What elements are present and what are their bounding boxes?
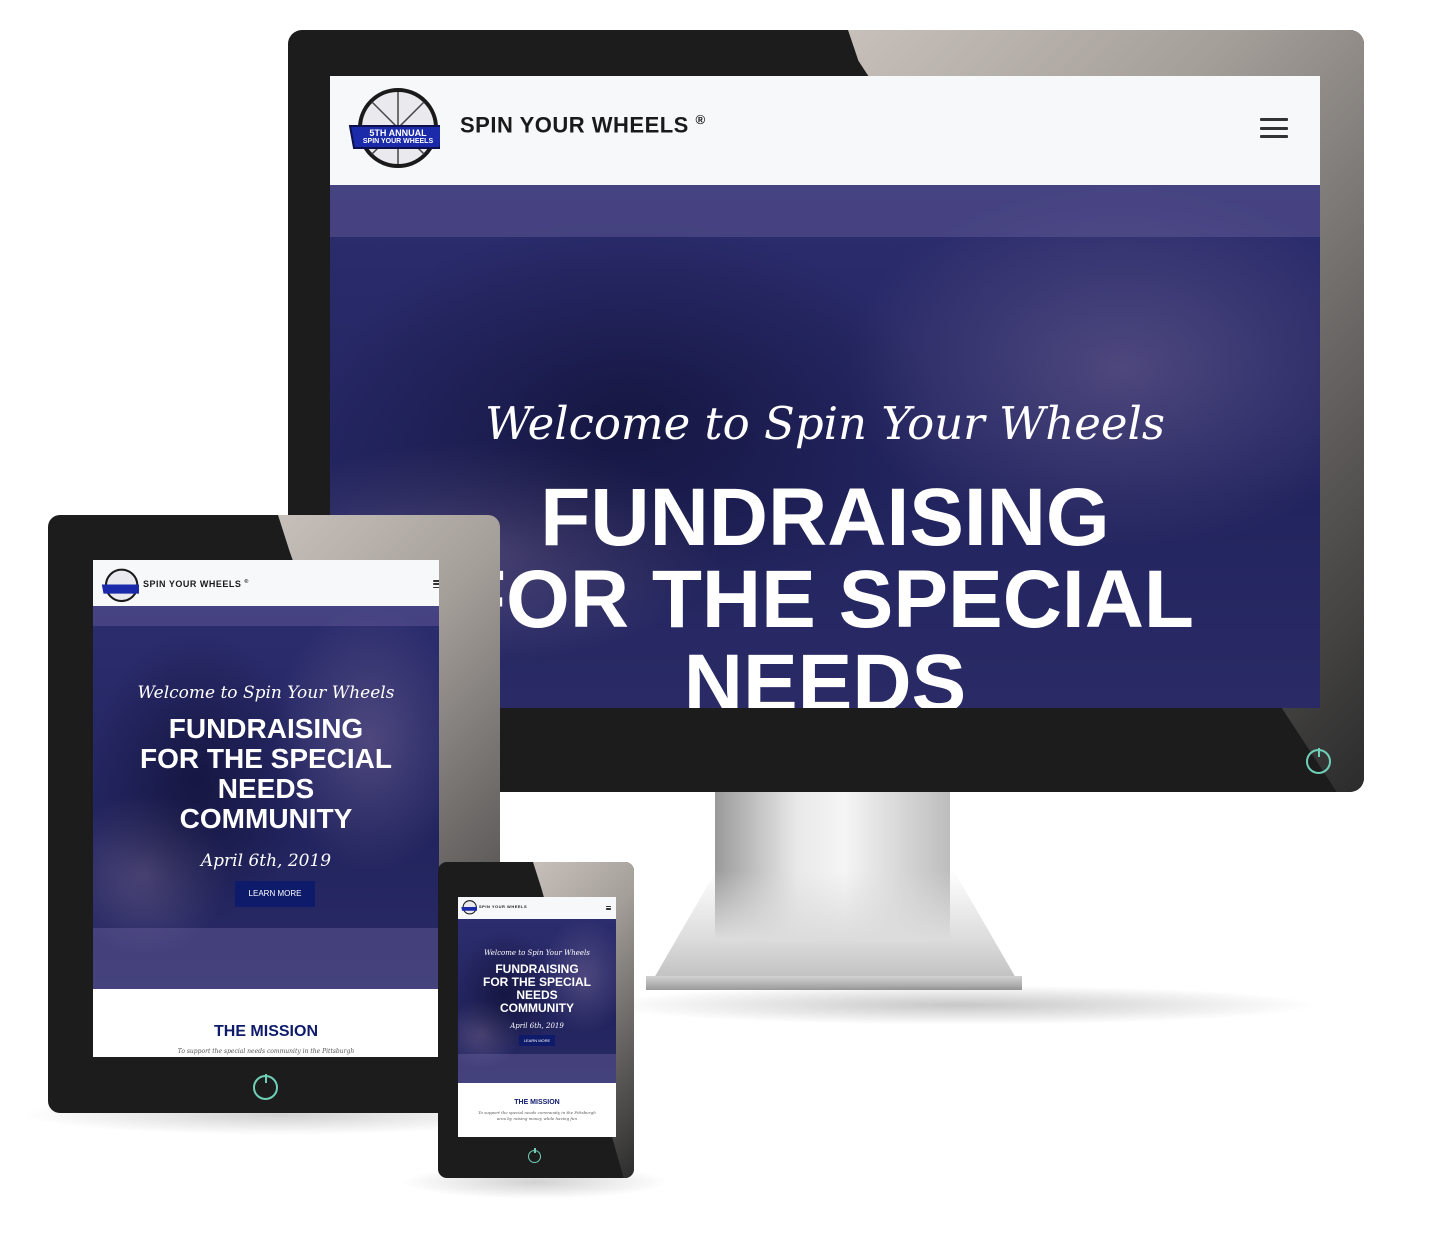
tablet-hero-section: Welcome to Spin Your Wheels FUNDRAISING … [93, 606, 439, 989]
logo-text-line2: SPIN YOUR WHEELS [362, 138, 434, 145]
phone-site-brand[interactable]: SPIN YOUR WHEELS [479, 904, 527, 909]
tablet-site-header: SPIN YOUR WHEELS ® [93, 560, 439, 606]
phone-hero-section: Welcome to Spin Your Wheels FUNDRAISING … [458, 919, 616, 1083]
phone-site-logo[interactable] [461, 900, 477, 916]
monitor-shadow [600, 985, 1320, 1025]
tablet-hamburger-icon[interactable] [433, 580, 439, 588]
phone-power-icon[interactable] [528, 1150, 541, 1163]
tablet-hero-headline-line3: NEEDS [217, 773, 315, 804]
phone-hero-date: April 6th, 2019 [510, 1022, 564, 1030]
registered-mark: ® [695, 112, 706, 127]
phone-hero-welcome: Welcome to Spin Your Wheels [484, 949, 590, 957]
hero-band [330, 185, 1320, 237]
tablet-site-logo[interactable] [101, 568, 139, 606]
monitor-stand-curve [650, 870, 1020, 985]
tablet-hero-band-top [93, 606, 439, 626]
phone-hamburger-icon[interactable] [606, 906, 611, 910]
site-logo[interactable]: 5TH ANNUAL SPIN YOUR WHEELS [348, 86, 440, 178]
tablet-mission-text-line1: To support the special needs community i… [177, 1048, 355, 1055]
tablet-site-brand[interactable]: SPIN YOUR WHEELS ® [143, 579, 249, 589]
phone-learn-more-button[interactable]: LEARN MORE [519, 1035, 555, 1046]
logo-text-line1: 5TH ANNUAL [369, 128, 427, 138]
hero-welcome: Welcome to Spin Your Wheels [485, 397, 1165, 450]
phone-mission-title: THE MISSION [514, 1099, 560, 1106]
tablet-screen: SPIN YOUR WHEELS ® Welcome to Spin Your … [93, 560, 439, 1057]
tablet-hero-date: April 6th, 2019 [200, 851, 332, 871]
tablet-learn-more-button[interactable]: LEARN MORE [235, 881, 315, 907]
tablet-hero-headline-line2: FOR THE SPECIAL [139, 743, 392, 774]
tablet-hero-headline-line1: FUNDRAISING [168, 713, 364, 744]
phone-site-header: SPIN YOUR WHEELS [458, 897, 616, 919]
tablet-power-icon[interactable] [253, 1075, 278, 1100]
phone-mission-text-line1: To support the special needs community i… [478, 1110, 596, 1115]
tablet-hero-band-bottom [93, 928, 439, 989]
tablet-brand-name: SPIN YOUR WHEELS [143, 579, 242, 589]
phone-hero-headline-line4: COMMUNITY [500, 1001, 574, 1015]
tablet-mission-title: THE MISSION [213, 1023, 318, 1040]
site-brand[interactable]: SPIN YOUR WHEELS ® [460, 112, 706, 138]
tablet-hero-headline-line4: COMMUNITY [179, 803, 353, 834]
phone-brand-name: SPIN YOUR WHEELS [479, 904, 528, 909]
tablet-hero-welcome: Welcome to Spin Your Wheels [137, 683, 395, 703]
phone-hero-band [458, 1054, 616, 1083]
site-header: 5TH ANNUAL SPIN YOUR WHEELS SPIN YOUR WH… [330, 76, 1320, 185]
hamburger-icon[interactable] [1260, 118, 1288, 138]
tablet-registered-mark: ® [244, 579, 249, 585]
monitor-power-icon[interactable] [1306, 749, 1331, 774]
phone-mission-text-line2: area by raising money while having fun [496, 1116, 578, 1121]
brand-name: SPIN YOUR WHEELS [460, 112, 689, 138]
phone-screen: SPIN YOUR WHEELS Welcome to Spin Your Wh… [458, 897, 616, 1137]
